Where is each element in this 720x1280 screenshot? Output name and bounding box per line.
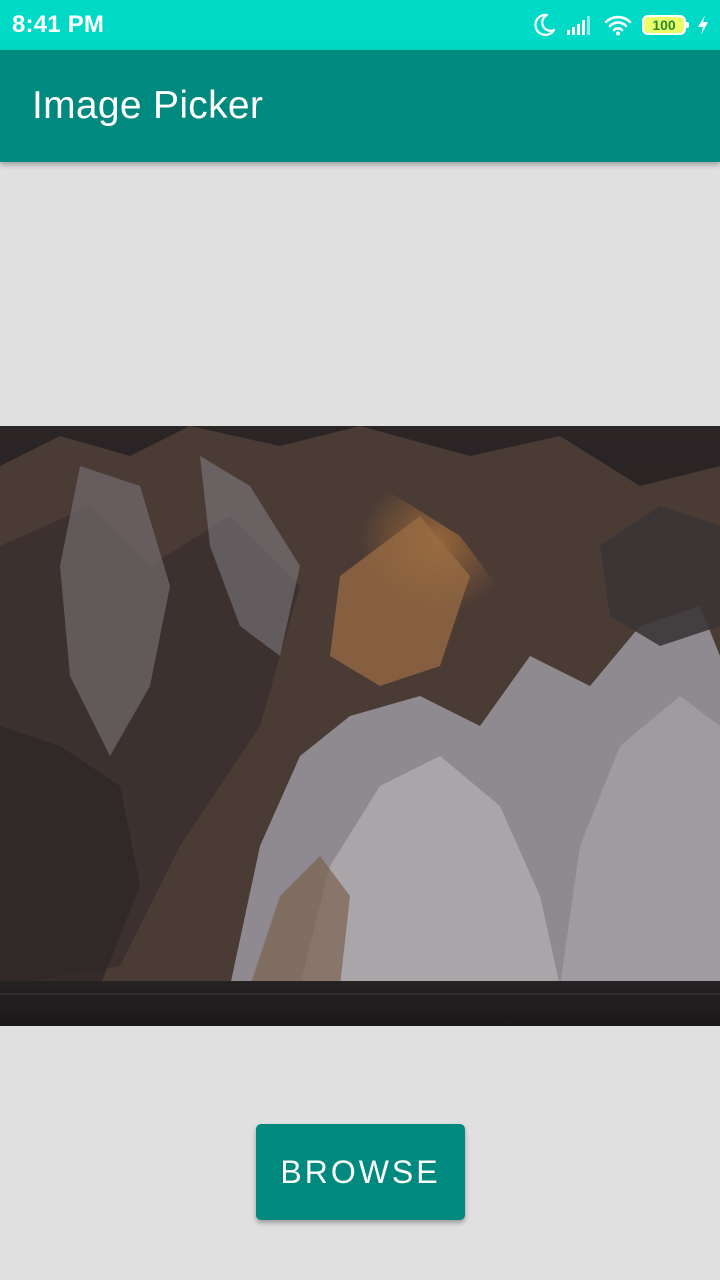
main-content: BROWSE — [0, 162, 720, 1280]
status-bar: 8:41 PM 100 — [0, 0, 720, 50]
browse-button[interactable]: BROWSE — [256, 1124, 465, 1220]
charging-icon — [696, 14, 710, 36]
signal-icon — [566, 14, 594, 36]
app-title: Image Picker — [32, 84, 264, 127]
moon-icon — [532, 13, 556, 37]
status-icons: 100 — [532, 13, 710, 37]
app-bar: Image Picker — [0, 50, 720, 162]
battery-icon: 100 — [642, 15, 689, 35]
wifi-icon — [604, 14, 632, 36]
picked-image — [0, 426, 720, 1026]
status-time: 8:41 PM — [12, 11, 105, 38]
